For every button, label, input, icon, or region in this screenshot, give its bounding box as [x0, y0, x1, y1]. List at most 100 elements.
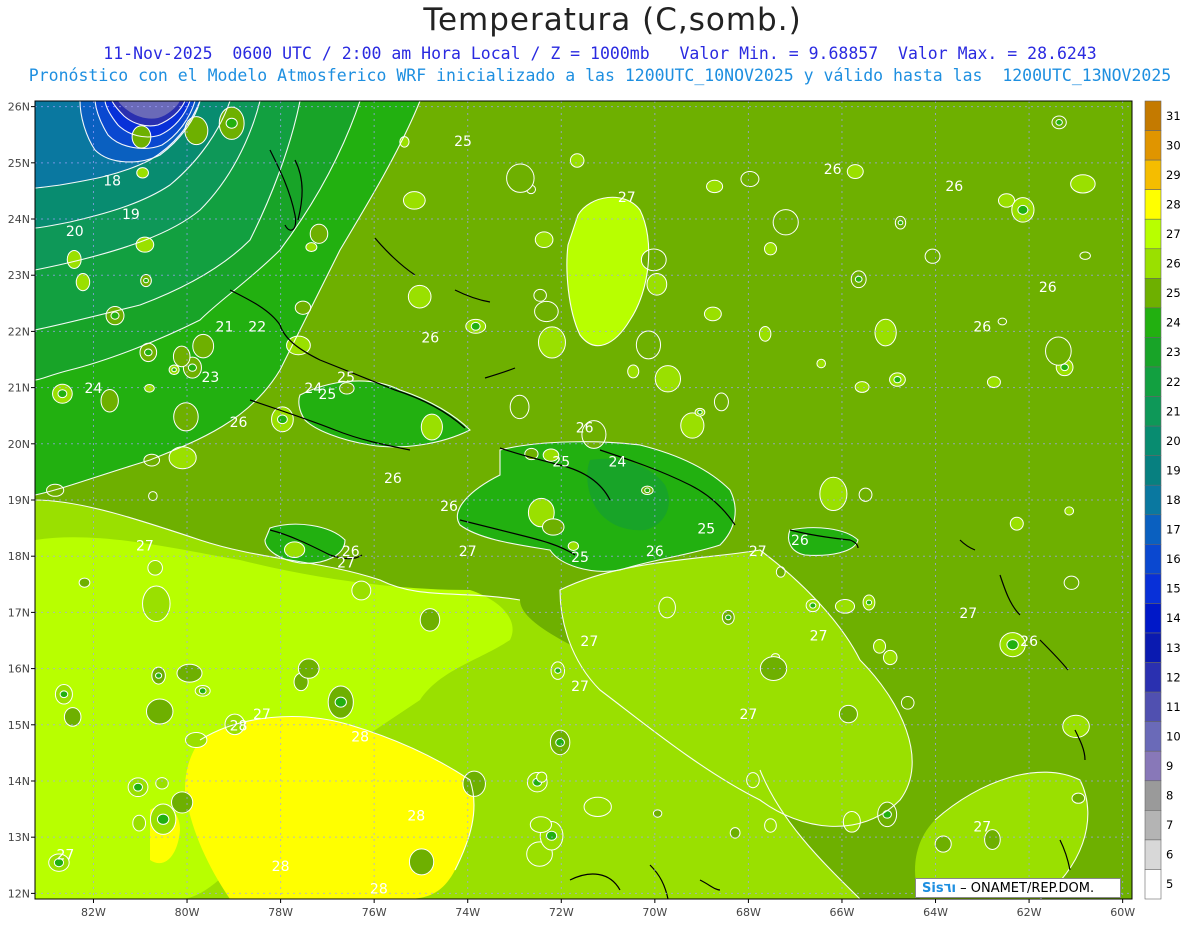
- convective-cell-core: [110, 311, 120, 320]
- contour-label: 26: [945, 179, 963, 195]
- credit-badge: Sis٦ı – ONAMET/REP.DOM.: [915, 878, 1121, 898]
- convective-cell-core: [143, 277, 149, 284]
- contour-label: 20: [66, 224, 84, 240]
- convective-cell: [740, 170, 760, 188]
- convective-cell: [143, 453, 161, 467]
- colorbar: 31 30 29 28 27 26 25 24 23 22 21 20 19 18 17 16 15 14 13 12…: [1144, 100, 1181, 900]
- colorbar-label: 22: [1166, 375, 1181, 389]
- convective-cell: [176, 663, 203, 683]
- lat-tick-label: 26N: [8, 101, 30, 114]
- convective-cell-core: [155, 672, 163, 679]
- colorbar-label: 21: [1166, 404, 1181, 418]
- colorbar-swatch: [1144, 337, 1162, 368]
- convective-cell: [78, 577, 91, 588]
- lat-tick-label: 16N: [8, 663, 30, 676]
- convective-cell: [900, 695, 915, 710]
- convective-cell: [819, 476, 848, 512]
- contour-label: 27: [580, 634, 598, 650]
- convective-cell-core: [555, 738, 565, 747]
- convective-cell: [173, 402, 199, 432]
- colorbar-label: 23: [1166, 345, 1181, 359]
- colorbar-label: 27: [1166, 227, 1181, 241]
- contour-label: 27: [749, 544, 767, 560]
- convective-cell: [758, 326, 772, 342]
- contour-label: 25: [318, 387, 336, 403]
- convective-cell-core: [334, 696, 347, 708]
- convective-cell: [658, 596, 676, 619]
- convective-cell-core: [725, 614, 732, 621]
- colorbar-swatch: [1144, 189, 1162, 220]
- colorbar-swatch: [1144, 307, 1162, 338]
- colorbar-swatch: [1144, 721, 1162, 752]
- colorbar-label: 26: [1166, 257, 1181, 271]
- contour-label: 25: [697, 522, 715, 538]
- lon-tick-label: 78W: [268, 906, 293, 919]
- convective-cell-core: [144, 348, 153, 357]
- lat-tick-label: 18N: [8, 550, 30, 563]
- contour-label: 26: [440, 499, 458, 515]
- colorbar-swatch: [1144, 366, 1162, 397]
- temperature-field: 18192021 222324 24252525262626262425262525…: [35, 101, 1132, 899]
- colorbar-label: 16: [1166, 552, 1181, 566]
- forecast-map: 18192021 222324 24252525262626262425262525…: [8, 100, 1181, 919]
- colorbar-swatch: [1144, 691, 1162, 722]
- contour-label: 27: [253, 707, 271, 723]
- convective-cell: [873, 638, 887, 654]
- convective-cell: [846, 164, 864, 179]
- convective-cell: [729, 827, 741, 839]
- convective-cell: [834, 599, 856, 614]
- convective-cell: [775, 566, 786, 578]
- contour-label: 27: [739, 707, 757, 723]
- convective-cell: [1063, 575, 1080, 590]
- convective-cell: [145, 698, 174, 725]
- convective-cell-core: [277, 414, 288, 425]
- convective-cell: [100, 388, 119, 413]
- credit-text: – ONAMET/REP.DOM.: [955, 881, 1095, 896]
- convective-cell: [874, 318, 897, 347]
- convective-cell-core: [1006, 639, 1019, 651]
- lat-tick-label: 14N: [8, 775, 30, 788]
- colorbar-label: 8: [1166, 789, 1173, 803]
- contour-label: 28: [407, 808, 425, 824]
- convective-cell-core: [470, 321, 481, 331]
- convective-cell: [351, 580, 372, 601]
- lon-tick-label: 64W: [923, 906, 948, 919]
- contour-label: 19: [122, 207, 140, 223]
- convective-cell-core: [225, 117, 238, 129]
- lon-tick-label: 70W: [642, 906, 667, 919]
- convective-cell: [534, 300, 559, 323]
- convective-cell: [1079, 251, 1091, 260]
- contour-label: 26: [421, 331, 439, 347]
- convective-cell-core: [57, 389, 68, 399]
- contour-label: 18: [103, 173, 121, 189]
- colorbar-swatch: [1144, 484, 1162, 516]
- convective-cell: [286, 335, 311, 356]
- colorbar-label: 30: [1166, 138, 1181, 152]
- lon-tick-label: 82W: [81, 906, 106, 919]
- convective-cell: [66, 249, 82, 269]
- lon-tick-label: 62W: [1017, 906, 1042, 919]
- convective-cell-core: [545, 830, 558, 841]
- convective-cell-core: [1017, 204, 1029, 215]
- convective-cell-core: [59, 690, 69, 699]
- colorbar-swatch: [1144, 514, 1162, 545]
- lon-tick-label: 72W: [549, 906, 574, 919]
- convective-cell: [680, 412, 705, 439]
- convective-cell: [305, 242, 318, 252]
- convective-cell: [713, 392, 729, 412]
- contour-label: 27: [973, 820, 991, 836]
- convective-cell: [533, 288, 547, 302]
- lon-tick-label: 74W: [455, 906, 480, 919]
- contour-label: 25: [454, 134, 472, 150]
- convective-cell: [147, 560, 163, 576]
- lat-tick-label: 13N: [8, 831, 30, 844]
- contour-label: 28: [370, 881, 388, 897]
- colorbar-label: 17: [1166, 523, 1181, 537]
- convective-cell: [509, 394, 530, 420]
- convective-cell: [627, 364, 640, 379]
- convective-cell: [420, 413, 443, 441]
- contour-label: 28: [351, 730, 369, 746]
- colorbar-label: 12: [1166, 670, 1181, 684]
- contour-label: 25: [552, 454, 570, 470]
- colorbar-label: 6: [1166, 848, 1173, 862]
